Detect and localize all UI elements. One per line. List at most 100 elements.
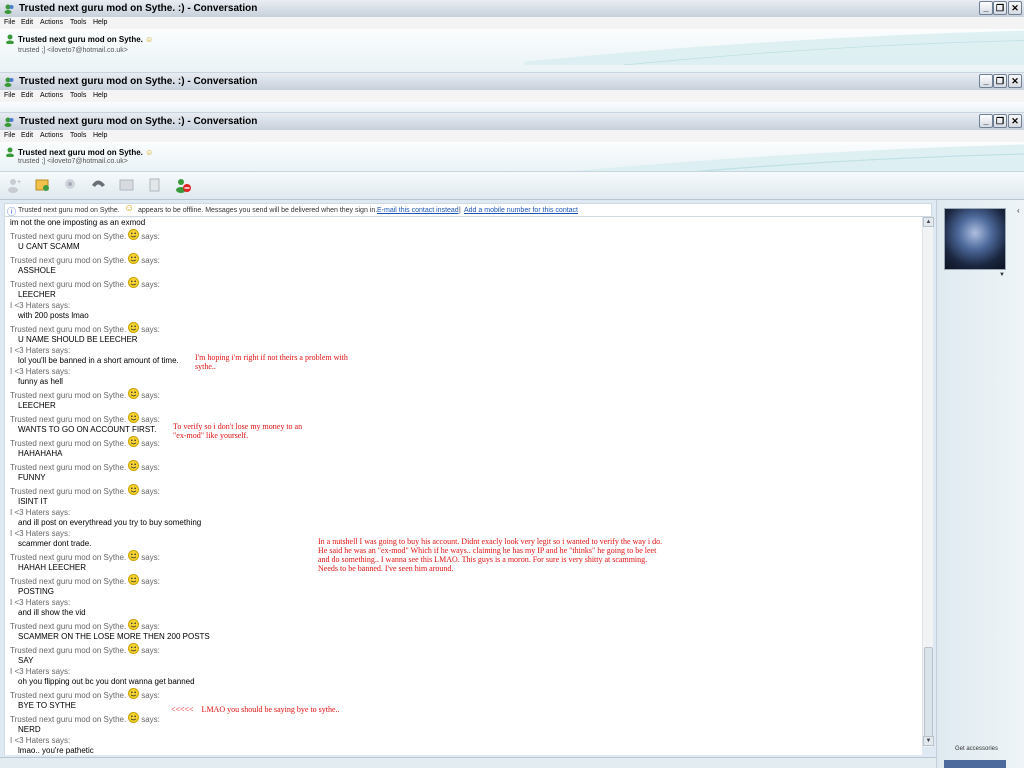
message-sender: I <3 Haters says: [5, 367, 922, 376]
message-sender: I <3 Haters says: [5, 667, 922, 676]
smiley-icon [128, 574, 140, 585]
header-swoosh-decoration [573, 144, 1024, 171]
offline-notice-bar: ⓘ Trusted next guru mod on Sythe. ☺ appe… [4, 203, 932, 217]
sender-name: Trusted next guru mod on Sythe. [10, 415, 127, 424]
message-text: with 200 posts lmao [18, 311, 89, 320]
add-mobile-link[interactable]: Add a mobile number for this contact [464, 207, 578, 214]
menu-edit[interactable]: Edit [21, 132, 33, 139]
window-titlebar-3[interactable]: Trusted next guru mod on Sythe. :) - Con… [0, 113, 1024, 131]
menu-help[interactable]: Help [93, 92, 107, 99]
message-text: im not the one imposting as an exmod [10, 218, 146, 227]
offline-status-icon [6, 34, 14, 44]
menu-actions[interactable]: Actions [40, 92, 63, 99]
menu-actions[interactable]: Actions [40, 19, 63, 26]
conversation-scrollbar[interactable]: ▲ ▼ [922, 217, 934, 747]
says-label: says: [141, 325, 160, 334]
contact-header-2 [0, 102, 1024, 113]
message-sender: I <3 Haters says: [5, 598, 922, 607]
messenger-buddy-icon [4, 117, 14, 127]
says-label: says: [141, 280, 160, 289]
minimize-button[interactable]: _ [979, 114, 993, 128]
menu-tools[interactable]: Tools [70, 92, 86, 99]
message-sender: Trusted next guru mod on Sythe. says: [5, 436, 922, 448]
message-sender: Trusted next guru mod on Sythe. says: [5, 712, 922, 724]
send-files-icon[interactable] [34, 177, 51, 193]
window-titlebar-1[interactable]: Trusted next guru mod on Sythe. :) - Con… [0, 0, 1024, 18]
activities-icon[interactable] [118, 177, 135, 193]
sender-name: Trusted next guru mod on Sythe. [10, 691, 127, 700]
menu-edit[interactable]: Edit [21, 92, 33, 99]
says-label: says: [141, 577, 160, 586]
games-icon[interactable] [146, 177, 163, 193]
says-label: says: [141, 391, 160, 400]
window-title: Trusted next guru mod on Sythe. :) - Con… [19, 116, 258, 127]
window-titlebar-2[interactable]: Trusted next guru mod on Sythe. :) - Con… [0, 73, 1024, 91]
message-sender: Trusted next guru mod on Sythe. says: [5, 619, 922, 631]
menu-file[interactable]: File [4, 132, 15, 139]
contact-header-3: Trusted next guru mod on Sythe. ☺ truste… [0, 142, 1024, 172]
message-sender: Trusted next guru mod on Sythe. says: [5, 484, 922, 496]
message-sender: Trusted next guru mod on Sythe. says: [5, 388, 922, 400]
smiley-icon [128, 412, 140, 423]
message-text: and ill post on everythread you try to b… [18, 518, 202, 527]
says-label: says: [141, 415, 160, 424]
collapse-pane-icon[interactable]: ‹ [1017, 206, 1020, 215]
sender-name: Trusted next guru mod on Sythe. [10, 391, 127, 400]
says-label: says: [141, 256, 160, 265]
says-label: says: [141, 622, 160, 631]
message-text: oh you flipping out bc you dont wanna ge… [18, 677, 195, 686]
block-contact-icon[interactable] [175, 177, 192, 193]
menu-edit[interactable]: Edit [21, 19, 33, 26]
message-sender: Trusted next guru mod on Sythe. says: [5, 460, 922, 472]
menu-help[interactable]: Help [93, 132, 107, 139]
menu-help[interactable]: Help [93, 19, 107, 26]
scroll-up-button[interactable]: ▲ [923, 217, 934, 227]
restore-button[interactable]: ❐ [993, 114, 1007, 128]
webcam-icon[interactable] [62, 177, 79, 193]
message-text: SCAMMER ON THE LOSE MORE THEN 200 POSTS [18, 632, 210, 641]
sender-name: I <3 Haters says: [10, 508, 71, 517]
close-button[interactable]: ✕ [1008, 74, 1022, 88]
call-icon[interactable] [90, 177, 107, 193]
restore-button[interactable]: ❐ [993, 74, 1007, 88]
close-button[interactable]: ✕ [1008, 1, 1022, 15]
menu-actions[interactable]: Actions [40, 132, 63, 139]
sender-name: Trusted next guru mod on Sythe. [10, 553, 127, 562]
compose-toolbar [0, 757, 936, 768]
offline-status-icon [6, 147, 14, 157]
contact-name: Trusted next guru mod on Sythe. ☺ [18, 35, 154, 44]
annotation-note: <<<<< LMAO you should be saying bye to s… [171, 705, 340, 714]
email-contact-link[interactable]: E-mail this contact instead [377, 207, 459, 214]
conversation-history[interactable]: im not the one imposting as an exmod Trus… [4, 217, 922, 755]
smiley-icon [128, 436, 140, 447]
says-label: says: [141, 646, 160, 655]
scroll-thumb[interactable] [924, 647, 933, 739]
chevron-down-icon[interactable]: ▼ [999, 272, 1005, 278]
sender-name: I <3 Haters says: [10, 736, 71, 745]
close-button[interactable]: ✕ [1008, 114, 1022, 128]
minimize-button[interactable]: _ [979, 1, 993, 15]
menu-file[interactable]: File [4, 19, 15, 26]
header-swoosh-decoration [524, 30, 1024, 65]
notice-contact-name: Trusted next guru mod on Sythe. [18, 207, 120, 214]
messenger-buddy-icon [4, 4, 14, 14]
sender-name: Trusted next guru mod on Sythe. [10, 487, 127, 496]
smiley-icon: ☺ [124, 203, 135, 214]
menu-tools[interactable]: Tools [70, 132, 86, 139]
message-text: U NAME SHOULD BE LEECHER [18, 335, 138, 344]
message-text: POSTING [18, 587, 55, 596]
own-display-picture[interactable] [944, 760, 1006, 768]
get-accessories-link[interactable]: Get accessories [955, 746, 998, 752]
smiley-icon [128, 643, 140, 654]
menu-tools[interactable]: Tools [70, 19, 86, 26]
message-text: ISINT IT [18, 497, 48, 506]
message-sender: Trusted next guru mod on Sythe. says: [5, 229, 922, 241]
scroll-down-button[interactable]: ▼ [923, 736, 934, 746]
smiley-icon [128, 619, 140, 630]
message-text: ASSHOLE [18, 266, 56, 275]
restore-button[interactable]: ❐ [993, 1, 1007, 15]
minimize-button[interactable]: _ [979, 74, 993, 88]
invite-contact-icon[interactable]: + [6, 177, 23, 193]
contact-display-picture[interactable] [944, 208, 1006, 270]
menu-file[interactable]: File [4, 92, 15, 99]
